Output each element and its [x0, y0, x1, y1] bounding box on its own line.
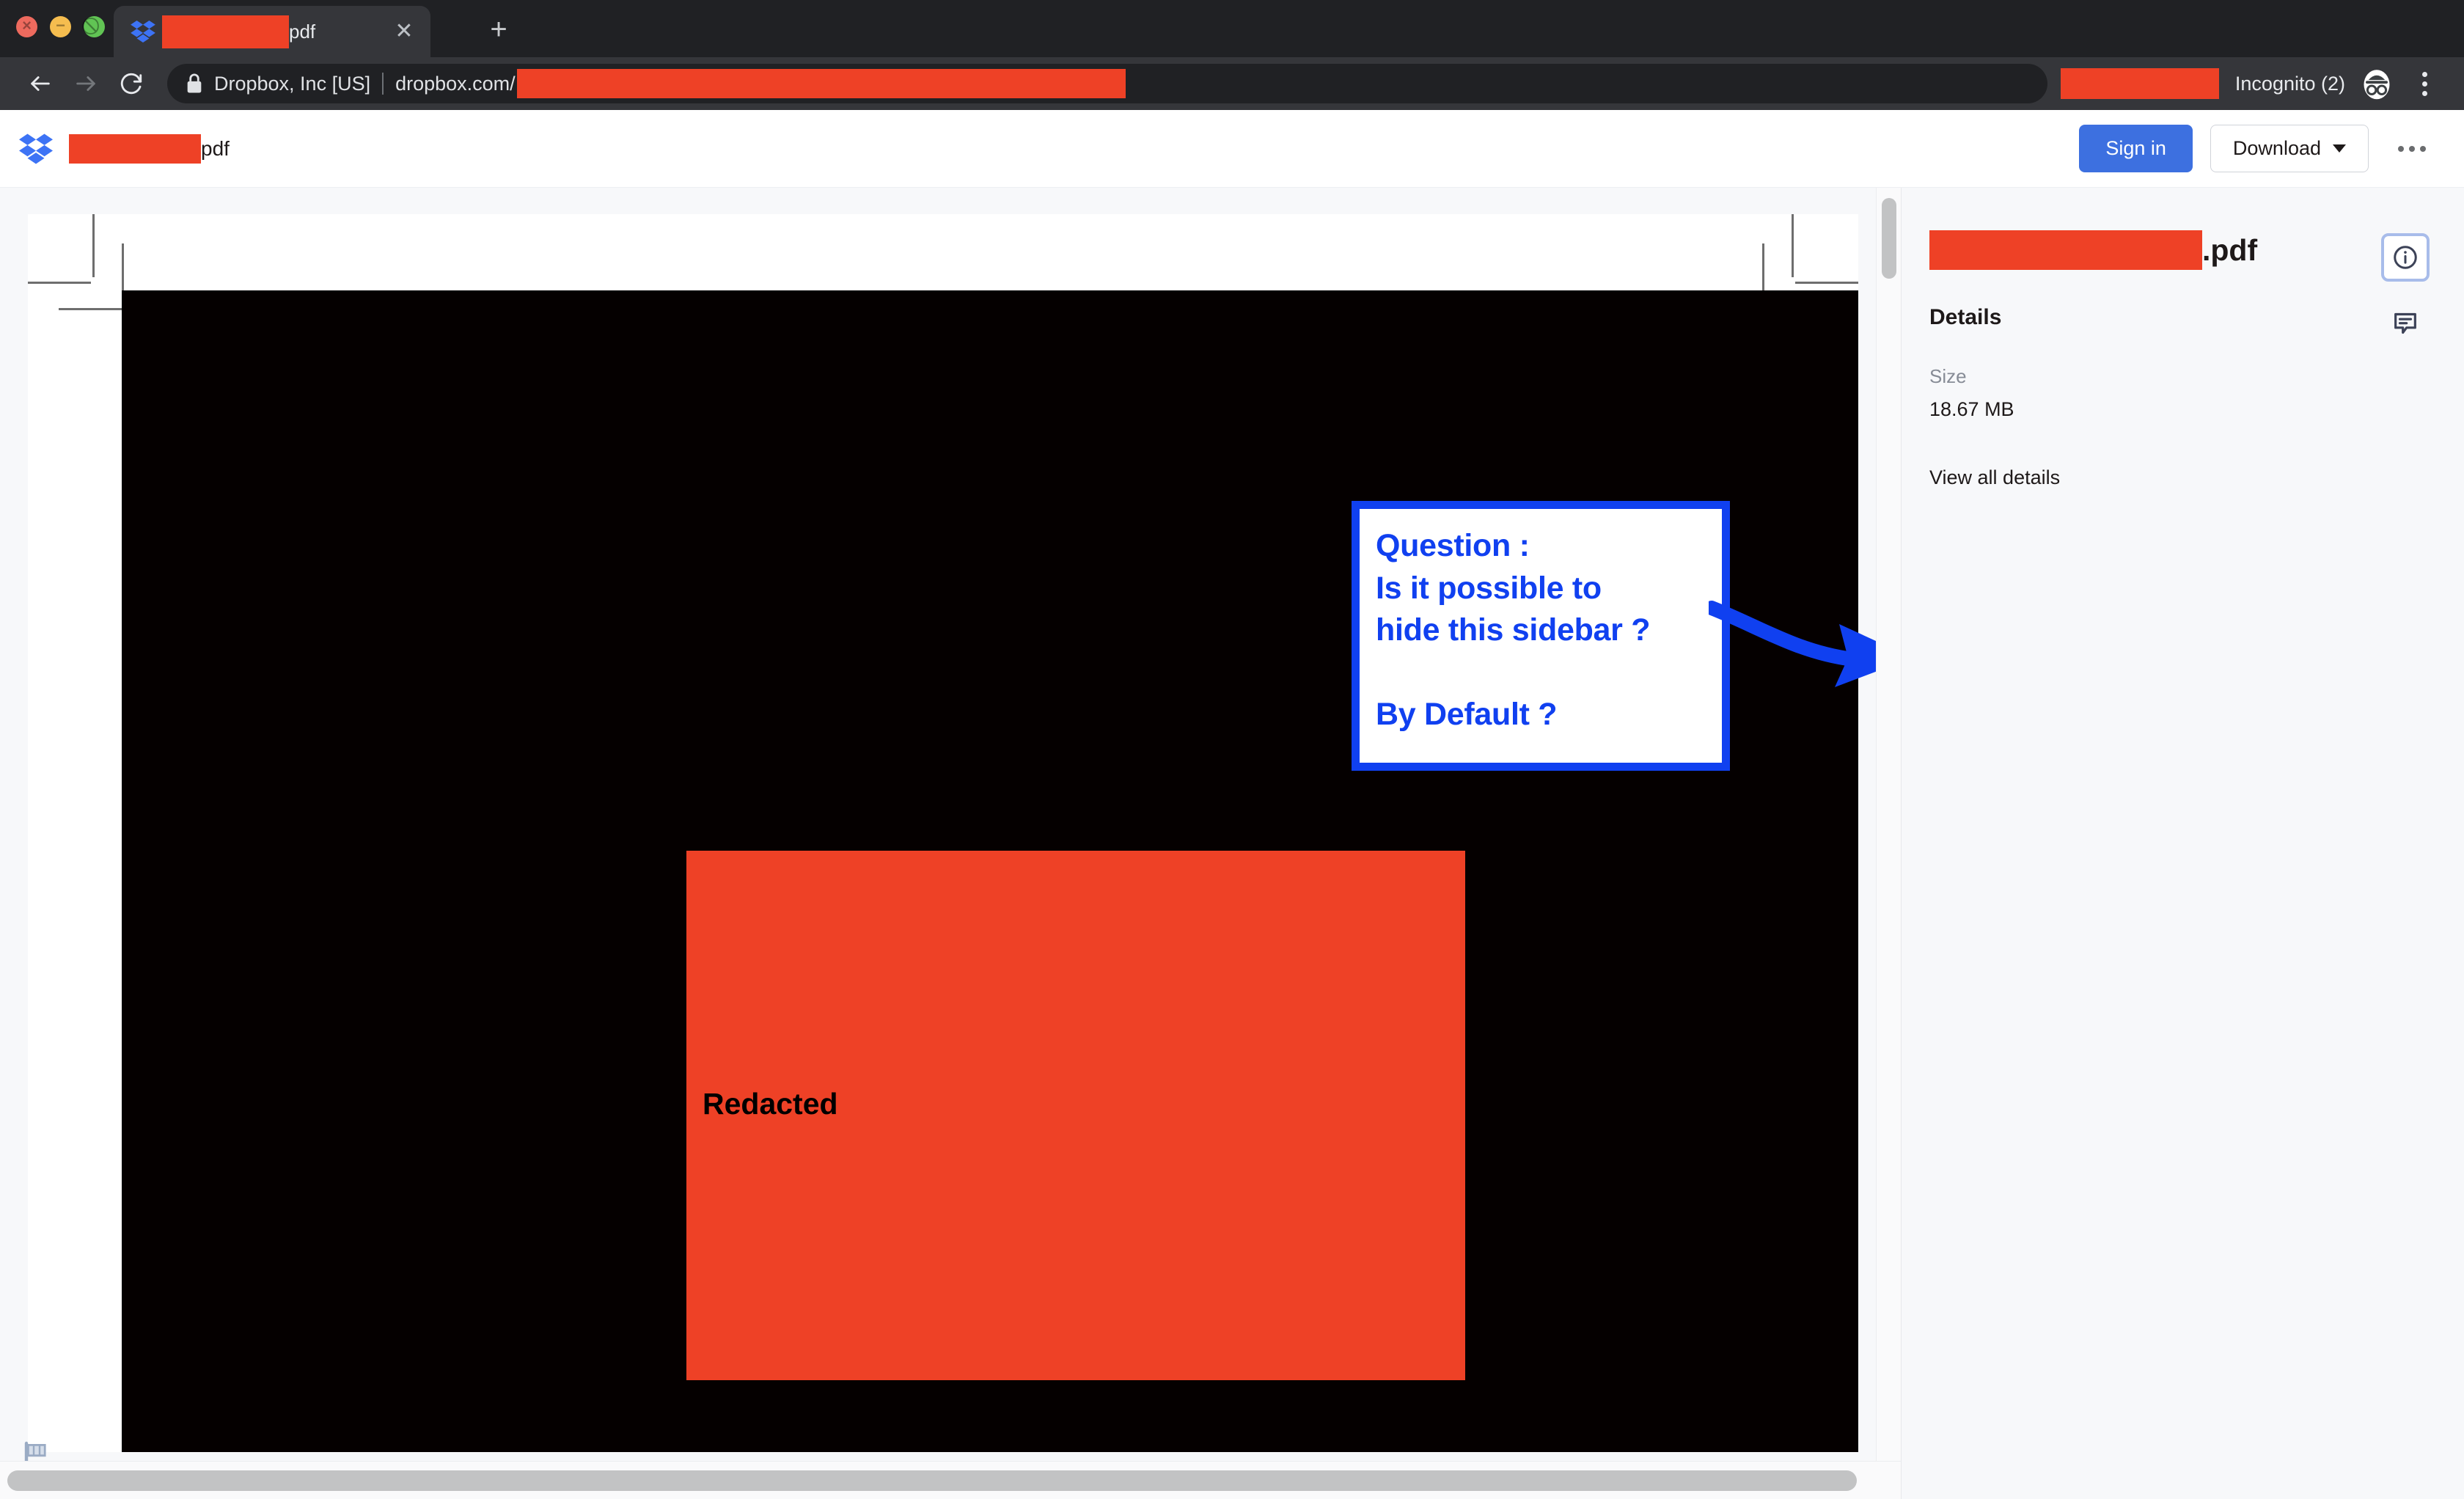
browser-tab[interactable]: pdf ✕: [114, 6, 430, 57]
size-value: 18.67 MB: [1929, 398, 2014, 420]
sidebar-filename: .pdf: [1929, 230, 2372, 270]
details-heading: Details: [1929, 305, 2002, 329]
horizontal-scrollbar-thumb[interactable]: [7, 1470, 1857, 1491]
window-controls: × − ⃠: [16, 16, 105, 37]
window-close-button[interactable]: ×: [16, 16, 37, 37]
tab-title-redaction: [162, 15, 289, 48]
header-actions: Sign in Download: [2079, 125, 2433, 172]
omnibox-divider: [382, 73, 384, 95]
details-sidebar-content: .pdf Details Size 18.67 MB View all deta…: [1929, 230, 2372, 1499]
crop-mark: [1792, 214, 1794, 277]
vertical-scrollbar-thumb[interactable]: [1882, 198, 1896, 279]
reload-icon[interactable]: [109, 61, 154, 106]
header-filename: pdf: [69, 133, 2079, 164]
back-arrow-icon[interactable]: [18, 61, 63, 106]
address-bar[interactable]: Dropbox, Inc [US] dropbox.com/: [167, 64, 2047, 103]
address-bar-text: Dropbox, Inc [US] dropbox.com/: [214, 69, 1126, 98]
dropbox-favicon-icon: [130, 21, 156, 43]
annotation-box: Question : Is it possible to hide this s…: [1352, 501, 1730, 771]
main-body: Redacted Question : Is it possible to hi…: [0, 188, 2464, 1499]
browser-chrome: × − ⃠ pdf ✕ +: [0, 0, 2464, 110]
tab-strip: × − ⃠ pdf ✕ +: [0, 0, 2464, 57]
dropbox-logo[interactable]: [19, 133, 53, 164]
view-all-details-link[interactable]: View all details: [1929, 466, 2372, 489]
chevron-down-icon: [2333, 144, 2346, 153]
profile-redaction: [2060, 68, 2219, 99]
incognito-icon[interactable]: [2358, 65, 2395, 102]
crop-mark: [59, 308, 122, 310]
download-button[interactable]: Download: [2210, 125, 2369, 172]
size-label: Size: [1929, 365, 1967, 387]
incognito-label: Incognito (2): [2234, 72, 2345, 95]
tab-close-icon[interactable]: ✕: [388, 15, 420, 48]
header-filename-redaction: [69, 133, 201, 164]
annotation-text: Question : Is it possible to hide this s…: [1376, 528, 1651, 733]
details-sidebar: .pdf Details Size 18.67 MB View all deta…: [1901, 188, 2464, 1499]
crop-mark: [92, 214, 95, 277]
sidebar-filename-suffix: .pdf: [2202, 232, 2258, 267]
sidebar-icon-rail: [2372, 230, 2439, 1499]
pdf-preview-area: Redacted Question : Is it possible to hi…: [0, 188, 1901, 1499]
crop-mark: [1795, 282, 1858, 284]
redacted-label: Redacted: [703, 1087, 838, 1121]
toolbar-right-group: Incognito (2): [2060, 63, 2445, 104]
url-redaction: [516, 69, 1126, 98]
url-text: dropbox.com/: [395, 72, 516, 95]
horizontal-scrollbar[interactable]: [0, 1461, 1901, 1499]
new-tab-icon[interactable]: +: [478, 9, 519, 50]
forward-arrow-icon[interactable]: [63, 61, 109, 106]
vertical-scrollbar[interactable]: [1876, 188, 1901, 1499]
info-icon[interactable]: [2381, 233, 2430, 282]
app-header: pdf Sign in Download: [0, 110, 2464, 188]
tab-title-suffix: pdf: [289, 20, 316, 43]
header-filename-suffix: pdf: [201, 136, 230, 160]
kebab-menu-icon[interactable]: [2404, 63, 2445, 104]
comment-icon[interactable]: [2381, 299, 2430, 348]
sign-in-button[interactable]: Sign in: [2079, 125, 2193, 172]
pdf-page-content: Redacted: [122, 290, 1858, 1452]
security-label: Dropbox, Inc [US]: [214, 72, 371, 95]
window-maximize-button[interactable]: ⃠: [84, 16, 105, 37]
more-horizontal-icon[interactable]: [2391, 136, 2433, 162]
browser-toolbar: Dropbox, Inc [US] dropbox.com/ Incognito…: [0, 57, 2464, 110]
content-redaction-block: Redacted: [686, 851, 1465, 1380]
download-button-label: Download: [2232, 137, 2321, 159]
lock-icon: [187, 73, 202, 93]
crop-mark: [28, 282, 91, 284]
pdf-page: Redacted: [28, 214, 1858, 1452]
detail-field-size: Size 18.67 MB: [1929, 365, 2372, 421]
window-minimize-button[interactable]: −: [50, 16, 71, 37]
sidebar-filename-redaction: [1929, 230, 2202, 270]
tab-title: pdf: [162, 15, 388, 48]
